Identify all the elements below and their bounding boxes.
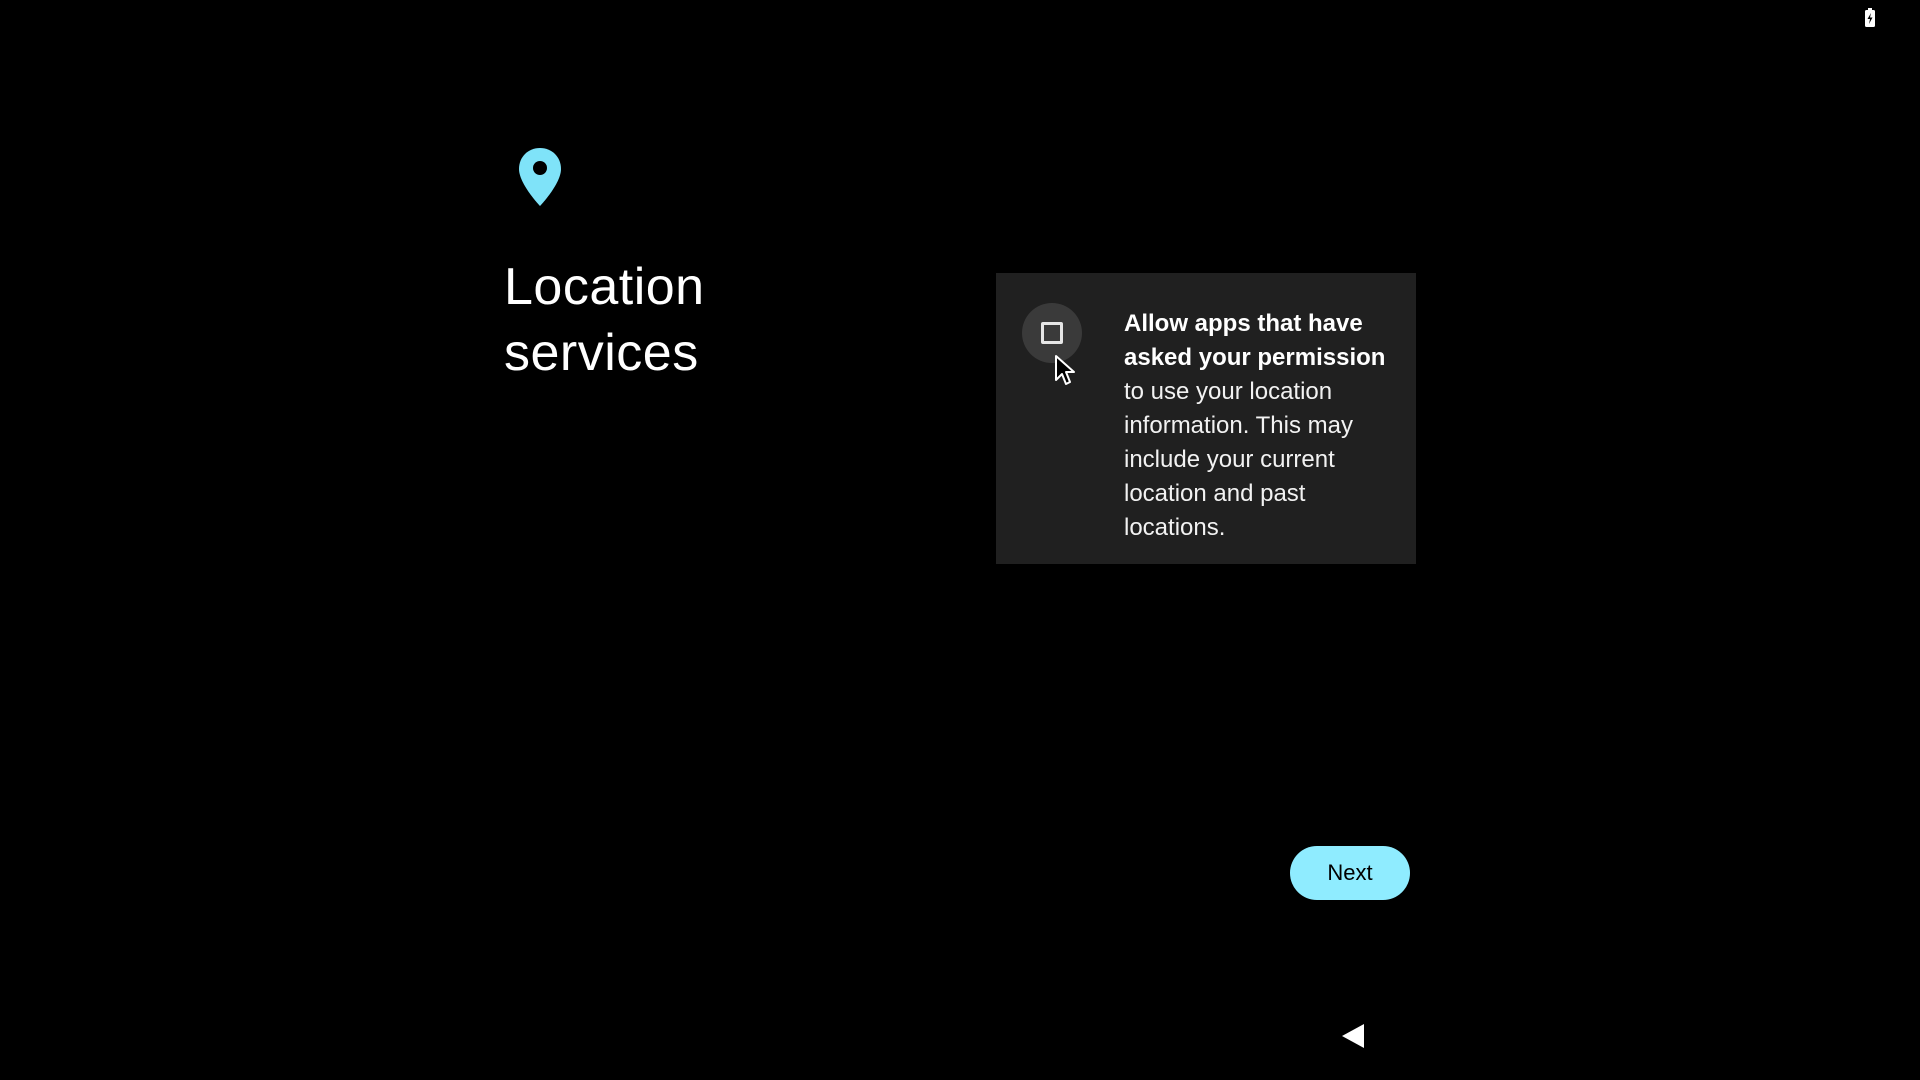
checkbox-unchecked-icon	[1041, 322, 1063, 344]
back-triangle-icon[interactable]	[1340, 1022, 1366, 1050]
location-pin-icon	[519, 148, 561, 206]
option-description-rest: to use your location information. This m…	[1124, 378, 1353, 541]
setup-screen: Location services Allow apps that have a…	[0, 0, 1920, 1080]
location-permission-option[interactable]: Allow apps that have asked your permissi…	[996, 273, 1416, 564]
battery-charging-icon	[1865, 8, 1875, 27]
page-title: Location services	[504, 258, 705, 382]
option-description-bold: Allow apps that have asked your permissi…	[1124, 310, 1386, 371]
location-permission-checkbox[interactable]	[1022, 303, 1082, 363]
option-description: Allow apps that have asked your permissi…	[1124, 307, 1394, 545]
next-button[interactable]: Next	[1290, 846, 1410, 900]
